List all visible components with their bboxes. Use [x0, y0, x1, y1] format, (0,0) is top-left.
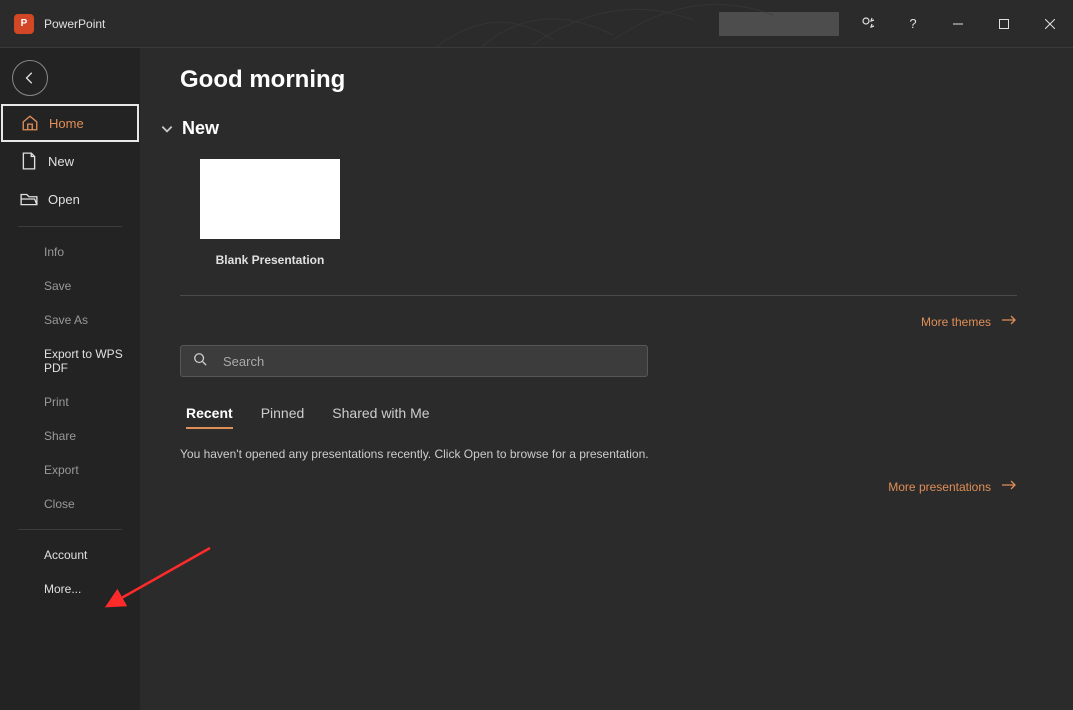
coming-soon-icon[interactable]: [847, 0, 891, 48]
sidebar-item-export-wps[interactable]: Export to WPS PDF: [0, 337, 140, 385]
template-thumbnail: [200, 159, 340, 239]
arrow-right-icon: [1001, 479, 1017, 494]
sidebar-item-info[interactable]: Info: [0, 235, 140, 269]
arrow-right-icon: [1001, 314, 1017, 329]
home-icon: [21, 114, 39, 132]
sidebar-label-export: Export: [44, 463, 79, 477]
titlebar: P PowerPoint ?: [0, 0, 1073, 48]
tab-recent[interactable]: Recent: [186, 405, 233, 429]
app-logo-letter: P: [21, 18, 28, 29]
maximize-button[interactable]: [981, 0, 1027, 48]
sidebar-item-new[interactable]: New: [0, 142, 140, 180]
sidebar-label-export-wps: Export to WPS PDF: [44, 347, 126, 375]
more-presentations-link[interactable]: More presentations: [180, 479, 1017, 494]
back-button[interactable]: [12, 60, 48, 96]
account-pill[interactable]: [719, 12, 839, 36]
more-presentations-label: More presentations: [888, 480, 991, 494]
sidebar-label-print: Print: [44, 395, 69, 409]
sidebar-label-save-as: Save As: [44, 313, 88, 327]
sidebar-item-home[interactable]: Home: [1, 104, 139, 142]
sidebar-item-print[interactable]: Print: [0, 385, 140, 419]
sidebar-label-new: New: [48, 154, 74, 169]
tab-pinned[interactable]: Pinned: [261, 405, 305, 429]
sidebar-label-home: Home: [49, 116, 84, 131]
chevron-down-icon: [160, 122, 174, 136]
more-themes-link[interactable]: More themes: [180, 314, 1017, 329]
open-icon: [20, 190, 38, 208]
sidebar-separator-2: [18, 529, 122, 530]
sidebar-label-save: Save: [44, 279, 71, 293]
divider: [180, 295, 1017, 296]
app-logo: P: [14, 14, 34, 34]
sidebar-item-more[interactable]: More...: [0, 572, 140, 606]
minimize-button[interactable]: [935, 0, 981, 48]
sidebar-item-save[interactable]: Save: [0, 269, 140, 303]
sidebar-label-more: More...: [44, 582, 81, 596]
tab-shared[interactable]: Shared with Me: [332, 405, 429, 429]
sidebar-item-share[interactable]: Share: [0, 419, 140, 453]
sidebar-label-account: Account: [44, 548, 87, 562]
empty-recent-message: You haven't opened any presentations rec…: [180, 447, 1017, 461]
content-area: Good morning New Blank Presentation More…: [140, 48, 1073, 710]
sidebar-label-share: Share: [44, 429, 76, 443]
new-section-header[interactable]: New: [160, 118, 1017, 139]
help-icon[interactable]: ?: [891, 0, 935, 48]
main-area: Home New Open Info Save Save As Export t…: [0, 48, 1073, 710]
sidebar-item-open[interactable]: Open: [0, 180, 140, 218]
close-button[interactable]: [1027, 0, 1073, 48]
sidebar-label-close: Close: [44, 497, 75, 511]
sidebar-separator: [18, 226, 122, 227]
sidebar-item-close[interactable]: Close: [0, 487, 140, 521]
titlebar-right: ?: [719, 0, 1073, 47]
sidebar: Home New Open Info Save Save As Export t…: [0, 48, 140, 710]
template-label: Blank Presentation: [216, 253, 325, 267]
sidebar-item-export[interactable]: Export: [0, 453, 140, 487]
search-icon: [193, 352, 207, 371]
app-title: PowerPoint: [44, 17, 105, 31]
recent-tabs: Recent Pinned Shared with Me: [186, 405, 1017, 429]
template-blank-presentation[interactable]: Blank Presentation: [200, 159, 340, 267]
sidebar-label-open: Open: [48, 192, 80, 207]
greeting-title: Good morning: [180, 66, 1017, 94]
more-themes-label: More themes: [921, 315, 991, 329]
new-icon: [20, 152, 38, 170]
sidebar-item-account[interactable]: Account: [0, 538, 140, 572]
sidebar-item-save-as[interactable]: Save As: [0, 303, 140, 337]
sidebar-label-info: Info: [44, 245, 64, 259]
search-input[interactable]: [223, 354, 635, 369]
new-section-title: New: [182, 118, 219, 139]
search-box[interactable]: [180, 345, 648, 377]
